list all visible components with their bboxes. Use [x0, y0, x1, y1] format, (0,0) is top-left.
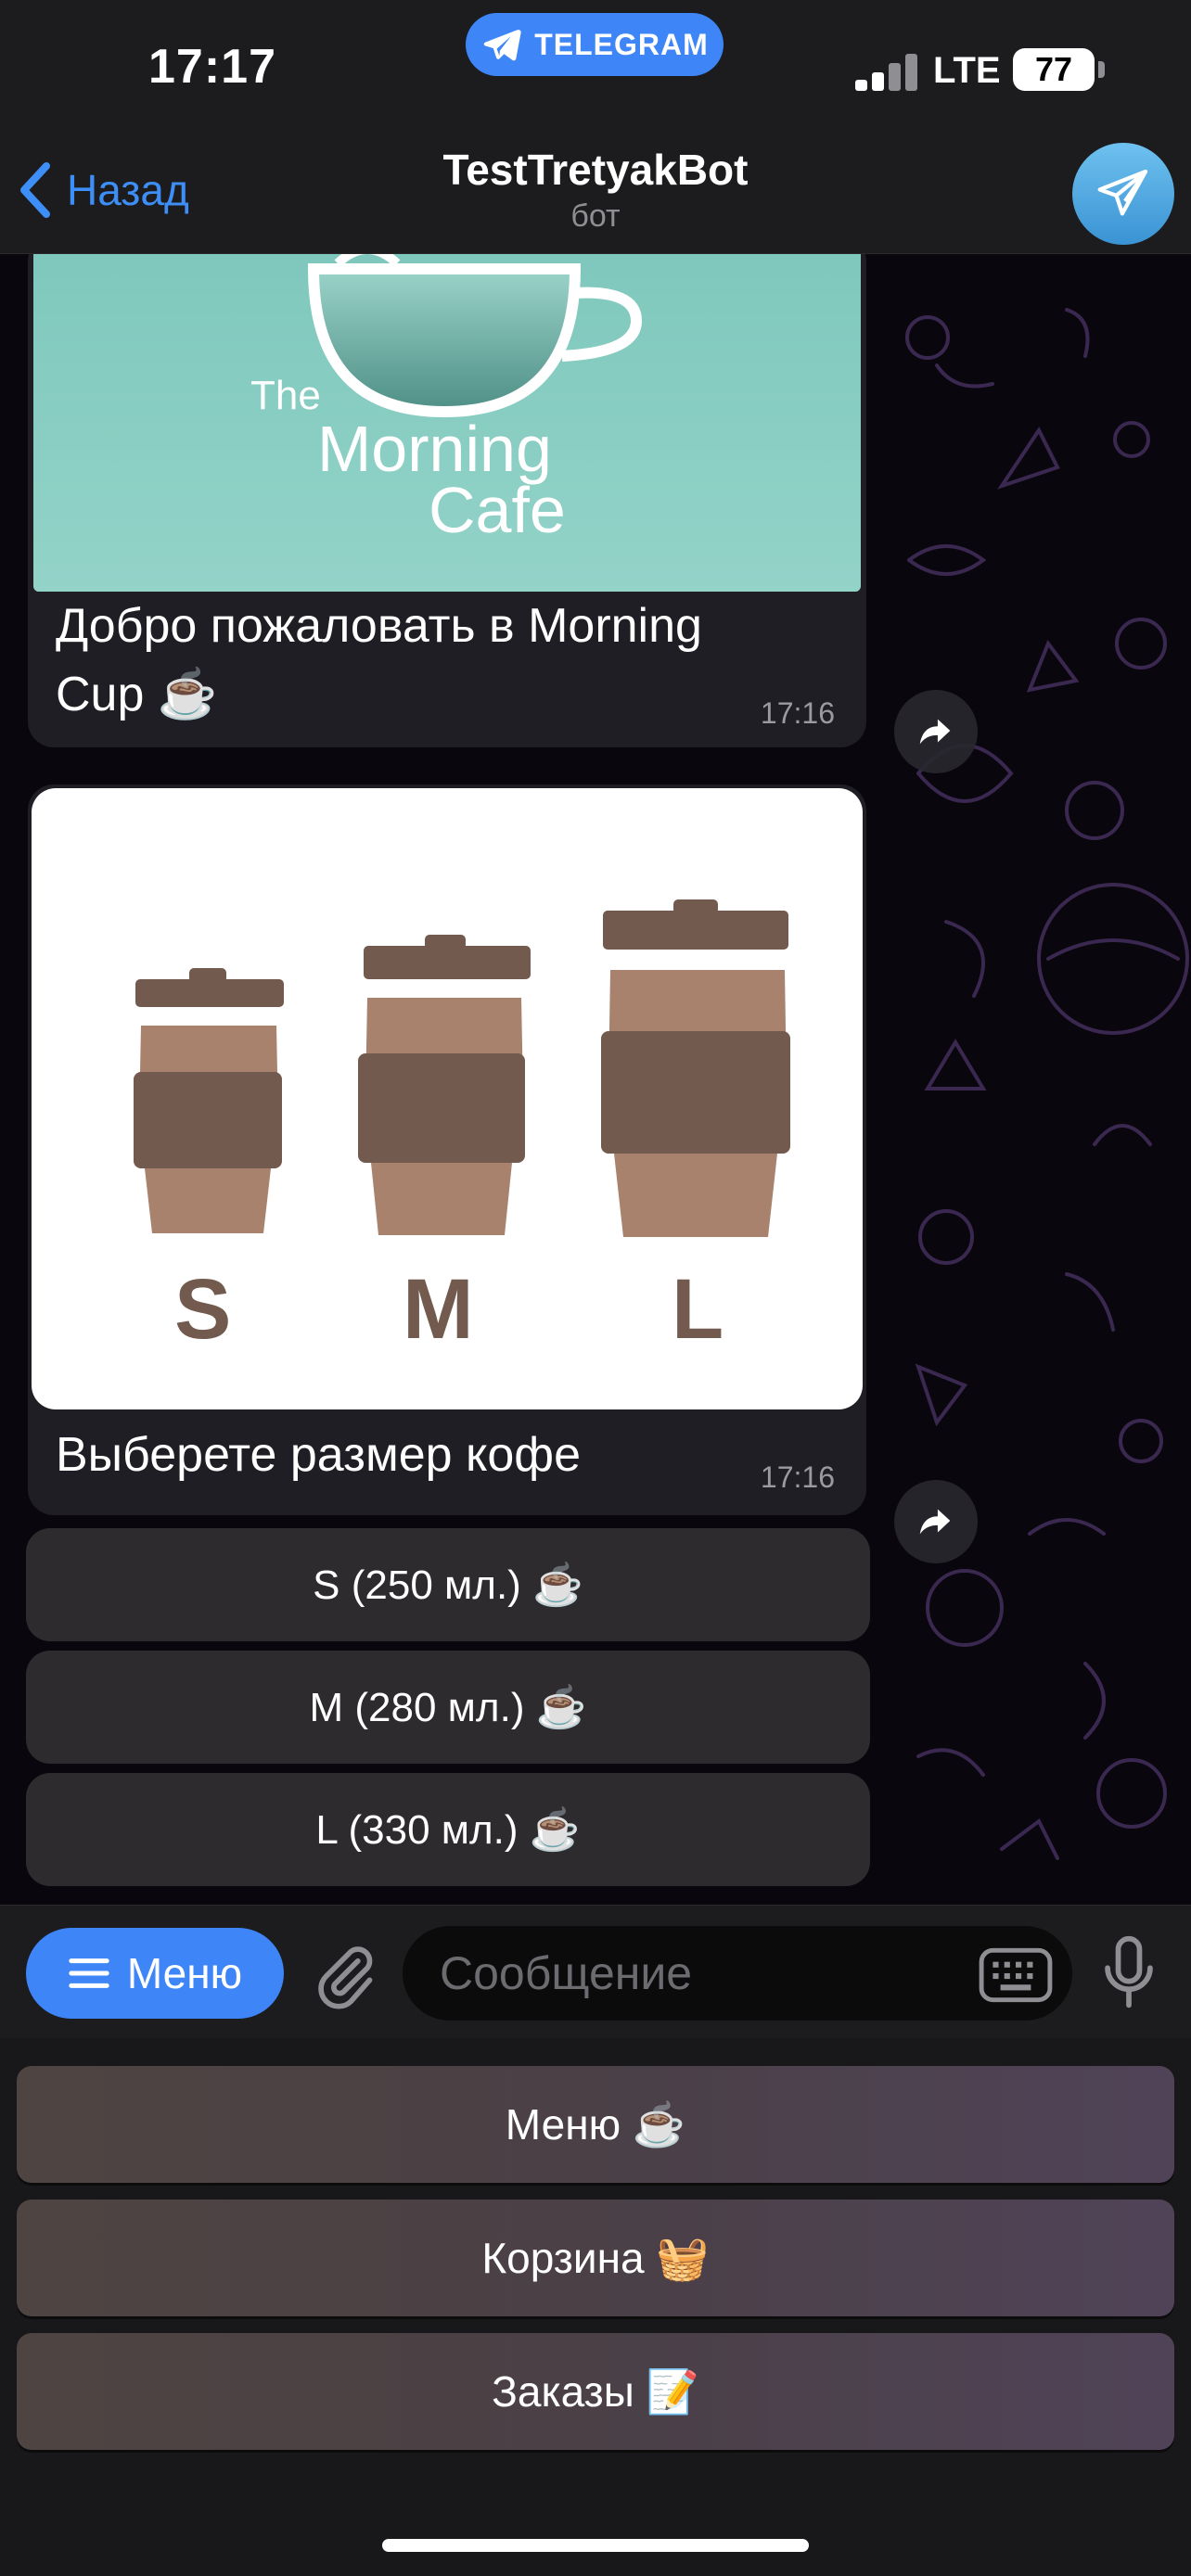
reply-button-cart[interactable]: Корзина 🧺	[17, 2200, 1174, 2316]
status-bar: 17:17 TELEGRAM LTE 77	[0, 0, 1191, 139]
size-label-m: M	[403, 1262, 474, 1357]
bot-menu-button[interactable]: Меню	[26, 1928, 284, 2019]
message-time: 17:16	[760, 696, 835, 730]
bot-avatar[interactable]	[1072, 143, 1174, 245]
message-caption: Выберете размер кофе	[56, 1428, 581, 1482]
message-bubble[interactable]: S M L Выберете размер кофе 17:16	[28, 784, 866, 1515]
chat-header: Назад TestTretyakBot бот	[0, 139, 1191, 254]
message-caption: Добро пожаловать в Morning Cup ☕️	[56, 599, 702, 721]
cup-sizes-image[interactable]: S M L	[32, 788, 863, 1409]
keyboard-icon[interactable]	[978, 1946, 1054, 2004]
chat-title[interactable]: TestTretyakBot	[0, 145, 1191, 195]
share-button[interactable]	[894, 1480, 978, 1563]
chat-subtitle: бот	[570, 198, 621, 234]
battery-icon: 77	[1013, 48, 1095, 91]
telegram-pill-label: TELEGRAM	[534, 27, 709, 61]
reply-keyboard: Меню ☕️ Корзина 🧺 Заказы 📝	[0, 2038, 1191, 2576]
reply-button-menu[interactable]: Меню ☕️	[17, 2066, 1174, 2183]
battery-cap	[1098, 61, 1105, 78]
inline-button-size-s[interactable]: S (250 мл.) ☕️	[26, 1528, 870, 1641]
cup-medium-shape	[358, 935, 531, 1235]
cup-large-shape	[601, 899, 790, 1237]
cup-small-shape	[134, 968, 284, 1233]
chat-area[interactable]: The Morning Cafe Добро пожаловать в Morn…	[0, 254, 1191, 1905]
message-time: 17:16	[760, 1460, 835, 1494]
telegram-return-pill[interactable]: TELEGRAM	[466, 13, 724, 76]
message-input[interactable]	[403, 1926, 1072, 2021]
share-button[interactable]	[894, 690, 978, 773]
hamburger-icon	[69, 1958, 109, 1988]
telegram-icon	[483, 30, 521, 61]
share-arrow-icon	[919, 719, 951, 745]
reply-button-orders[interactable]: Заказы 📝	[17, 2333, 1174, 2450]
message-input-bar: Меню	[0, 1905, 1191, 2038]
size-label-s: S	[174, 1262, 232, 1357]
logo-text-the: The	[250, 373, 321, 418]
attach-paperclip-icon[interactable]	[308, 1937, 378, 2011]
size-label-l: L	[672, 1262, 724, 1357]
network-type: LTE	[933, 50, 1001, 91]
inline-button-size-l[interactable]: L (330 мл.) ☕️	[26, 1773, 870, 1886]
inline-button-size-m[interactable]: M (280 мл.) ☕️	[26, 1651, 870, 1764]
paper-plane-icon	[1097, 169, 1148, 216]
home-indicator[interactable]	[382, 2539, 809, 2552]
bot-menu-label: Меню	[126, 1949, 243, 1997]
logo-text-cafe: Cafe	[429, 474, 566, 546]
signal-icon	[855, 54, 920, 91]
battery-percent: 77	[1034, 50, 1073, 88]
cafe-logo-image[interactable]: The Morning Cafe	[33, 254, 861, 592]
microphone-icon[interactable]	[1102, 1933, 1156, 2013]
message-bubble[interactable]: The Morning Cafe Добро пожаловать в Morn…	[28, 254, 866, 747]
status-time: 17:17	[148, 40, 276, 94]
share-arrow-icon	[919, 1509, 951, 1535]
